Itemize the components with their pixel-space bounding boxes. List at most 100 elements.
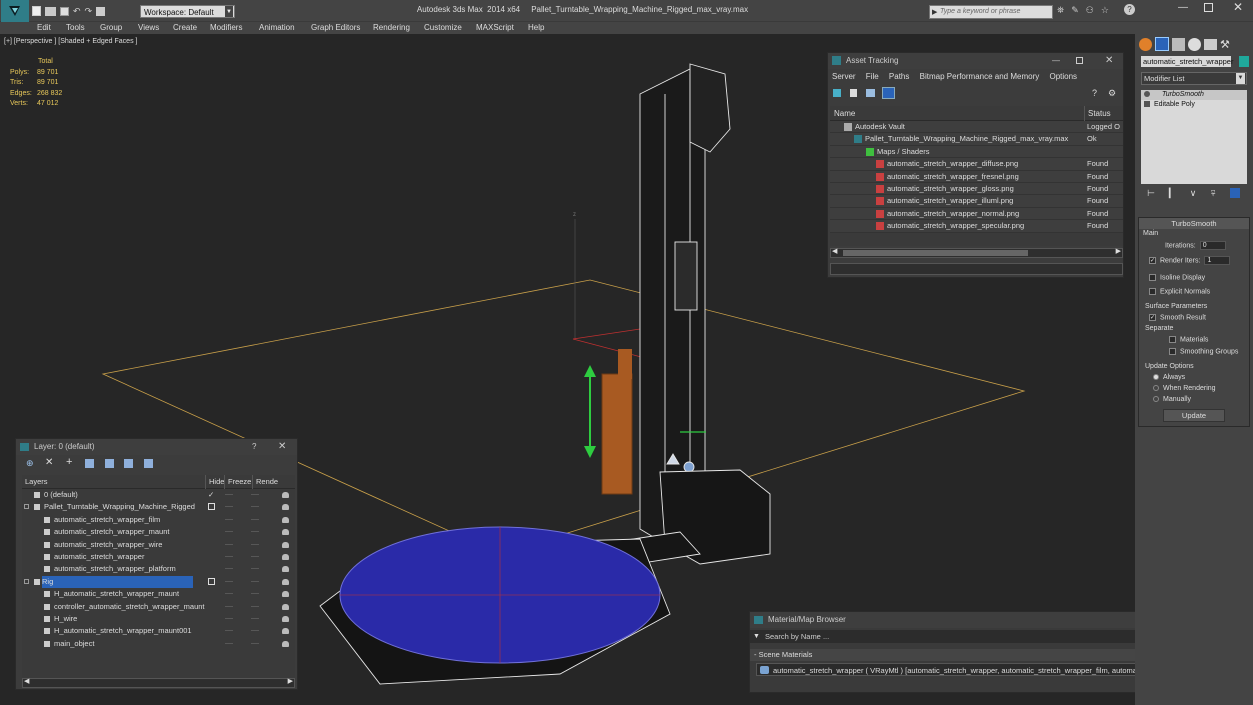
- layer-row[interactable]: Pallet_Turntable_Wrapping_Machine_Rigged…: [22, 501, 295, 513]
- object-color-swatch[interactable]: [1239, 56, 1249, 67]
- smooth-result-checkbox[interactable]: ✓: [1149, 314, 1156, 321]
- freeze-toggle[interactable]: ----: [251, 576, 259, 588]
- add-to-layer-icon[interactable]: +: [66, 456, 72, 468]
- asset-row[interactable]: Maps / Shaders: [830, 145, 1123, 159]
- pin-stack-icon[interactable]: ⊢: [1147, 188, 1155, 200]
- freeze-toggle[interactable]: ----: [251, 613, 259, 625]
- object-name-field[interactable]: automatic_stretch_wrapper: [1141, 56, 1233, 67]
- vault-icon[interactable]: ⚙: [1108, 88, 1116, 99]
- list-view-icon[interactable]: [850, 89, 857, 97]
- freeze-toggle[interactable]: ----: [251, 588, 259, 600]
- set-active-icon[interactable]: [208, 577, 215, 585]
- freeze-toggle[interactable]: ----: [251, 489, 259, 501]
- asset-row[interactable]: automatic_stretch_wrapper_normal.png Foun…: [830, 207, 1123, 221]
- configure-sets-icon[interactable]: [1229, 188, 1240, 198]
- maximize-icon[interactable]: [1076, 57, 1083, 64]
- help-icon[interactable]: ?: [1092, 88, 1097, 98]
- asset-path-field[interactable]: [830, 263, 1123, 275]
- render-teapot-icon[interactable]: [282, 529, 289, 536]
- asset-row[interactable]: Pallet_Turntable_Wrapping_Machine_Rigged…: [830, 133, 1123, 146]
- freeze-toggle[interactable]: ----: [251, 638, 259, 650]
- layer-row[interactable]: main_object ---- ----: [22, 638, 295, 650]
- menu-customize[interactable]: Customize: [424, 22, 462, 34]
- freeze-toggle[interactable]: ----: [251, 625, 259, 637]
- close-icon[interactable]: ✕: [1233, 0, 1243, 14]
- scroll-right-icon[interactable]: ▶: [288, 677, 293, 685]
- help-icon[interactable]: ?: [252, 439, 256, 455]
- menu-group[interactable]: Group: [100, 22, 122, 34]
- minimize-icon[interactable]: —: [1052, 53, 1060, 69]
- render-teapot-icon[interactable]: [282, 492, 289, 498]
- menu-paths[interactable]: Paths: [889, 72, 909, 81]
- hide-toggle[interactable]: ----: [225, 489, 233, 501]
- layer-row[interactable]: automatic_stretch_wrapper_platform ---- --…: [22, 563, 295, 575]
- asset-row[interactable]: automatic_stretch_wrapper_diffuse.png Fou…: [830, 158, 1123, 171]
- render-teapot-icon[interactable]: [282, 553, 289, 560]
- show-end-result-icon[interactable]: ▎: [1169, 188, 1176, 200]
- col-layers-header[interactable]: Layers: [25, 475, 48, 489]
- select-objects-icon[interactable]: [85, 459, 94, 468]
- help-search-input[interactable]: ▶ Type a keyword or phrase: [929, 5, 1053, 19]
- asset-row[interactable]: automatic_stretch_wrapper_illuml.png Foun…: [830, 195, 1123, 208]
- asset-row[interactable]: automatic_stretch_wrapper_gloss.png Found: [830, 182, 1123, 196]
- hide-toggle[interactable]: ----: [225, 563, 233, 575]
- help-icon[interactable]: ?: [1124, 4, 1135, 15]
- scrollbar-thumb[interactable]: [843, 250, 1028, 256]
- menu-tools[interactable]: Tools: [66, 22, 85, 34]
- star-icon[interactable]: ☆: [1101, 5, 1109, 16]
- freeze-toggle[interactable]: ----: [251, 601, 259, 613]
- menu-help[interactable]: Help: [528, 22, 544, 34]
- layer-row[interactable]: H_automatic_stretch_wrapper_maunt ---- ---…: [22, 588, 295, 600]
- close-icon[interactable]: ✕: [1105, 53, 1113, 69]
- render-teapot-icon[interactable]: [282, 628, 289, 635]
- isoline-checkbox[interactable]: [1149, 274, 1156, 281]
- layer-row[interactable]: automatic_stretch_wrapper_maunt ---- ----: [22, 526, 295, 538]
- iterations-spinner[interactable]: 0: [1199, 241, 1226, 250]
- hide-toggle[interactable]: ----: [225, 588, 233, 600]
- menu-bitmap-performance[interactable]: Bitmap Performance and Memory: [920, 72, 1040, 81]
- explicit-normals-checkbox[interactable]: [1149, 288, 1156, 295]
- freeze-toggle[interactable]: ----: [251, 526, 259, 538]
- user-icon[interactable]: ⚇: [1086, 5, 1094, 16]
- active-layer-check-icon[interactable]: ✓: [208, 489, 214, 501]
- layer-row[interactable]: H_wire ---- ----: [22, 613, 295, 625]
- render-iters-spinner[interactable]: 1: [1204, 256, 1231, 265]
- collapse-icon[interactable]: [24, 578, 29, 584]
- stack-item-editable-poly[interactable]: Editable Poly: [1141, 100, 1247, 110]
- menu-animation[interactable]: Animation: [259, 22, 295, 34]
- asset-row[interactable]: automatic_stretch_wrapper_fresnel.png Fou…: [830, 170, 1123, 183]
- layer-row[interactable]: controller_automatic_stretch_wrapper_mau…: [22, 601, 295, 613]
- menu-file[interactable]: File: [866, 72, 879, 81]
- hide-toggle[interactable]: ----: [225, 551, 233, 563]
- always-radio[interactable]: [1153, 374, 1159, 381]
- freeze-toggle[interactable]: ----: [251, 563, 259, 575]
- display-tab-icon[interactable]: [1204, 38, 1217, 50]
- update-button[interactable]: Update: [1163, 409, 1225, 422]
- hide-toggle[interactable]: ----: [225, 539, 233, 551]
- rollout-title[interactable]: TurboSmooth: [1139, 218, 1249, 229]
- hide-toggle[interactable]: ----: [225, 601, 233, 613]
- table-view-icon[interactable]: [882, 87, 895, 99]
- create-layer-icon[interactable]: ⊕: [26, 458, 34, 469]
- menu-server[interactable]: Server: [832, 72, 856, 81]
- refresh-icon[interactable]: [833, 89, 841, 97]
- grid-view-icon[interactable]: [866, 89, 875, 97]
- manually-radio[interactable]: [1153, 396, 1159, 403]
- scroll-right-icon[interactable]: ▶: [1116, 247, 1121, 255]
- hide-toggle[interactable]: ----: [225, 625, 233, 637]
- scroll-left-icon[interactable]: ◀: [24, 677, 29, 685]
- create-tab-icon[interactable]: [1139, 37, 1152, 51]
- maximize-icon[interactable]: [1204, 3, 1213, 12]
- hide-toggle[interactable]: ----: [225, 576, 233, 588]
- remove-modifier-icon[interactable]: ⍫: [1210, 188, 1215, 200]
- wrench-icon[interactable]: ✎: [1071, 5, 1079, 16]
- menu-maxscript[interactable]: MAXScript: [476, 22, 514, 34]
- collapse-icon[interactable]: [24, 504, 29, 510]
- close-icon[interactable]: ✕: [278, 439, 286, 455]
- binoculars-icon[interactable]: ⛯: [1057, 5, 1064, 16]
- layer-row[interactable]: automatic_stretch_wrapper ---- ----: [22, 551, 295, 563]
- render-teapot-icon[interactable]: [282, 615, 289, 622]
- freeze-toggle[interactable]: ----: [251, 501, 259, 513]
- menu-views[interactable]: Views: [138, 22, 159, 34]
- utilities-tab-icon[interactable]: ⚒: [1220, 38, 1230, 51]
